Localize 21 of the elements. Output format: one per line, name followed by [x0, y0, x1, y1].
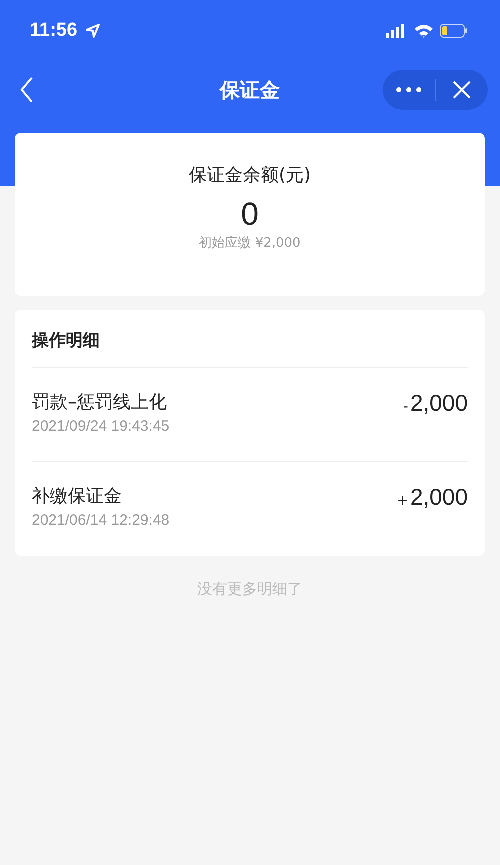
- initial-deposit-note: 初始应缴 ¥2,000: [199, 235, 301, 252]
- end-of-list-text: 没有更多明细了: [198, 580, 302, 599]
- record-name: 罚款–惩罚线上化: [32, 391, 168, 414]
- location-arrow-icon: [86, 24, 100, 38]
- back-chevron-icon: [20, 77, 34, 103]
- record-amount: 2,000: [410, 484, 468, 511]
- record-time: 2021/06/14 12:29:48: [32, 512, 170, 529]
- wifi-icon: [414, 24, 434, 38]
- amount-sign: -: [403, 399, 408, 415]
- balance-label: 保证金余额(元): [188, 164, 312, 187]
- page-title: 保证金: [220, 76, 280, 104]
- status-time: 11:56: [30, 20, 78, 42]
- record-name: 补缴保证金: [32, 485, 123, 508]
- record-time: 2021/09/24 19:43:45: [32, 418, 170, 435]
- close-icon: [453, 81, 471, 99]
- record-amount: 2,000: [410, 390, 468, 417]
- amount-sign: +: [396, 493, 408, 509]
- more-dots-icon: [396, 87, 422, 93]
- balance-amount: 0: [241, 197, 259, 232]
- battery-icon: [440, 24, 468, 38]
- section-title: 操作明细: [32, 310, 468, 368]
